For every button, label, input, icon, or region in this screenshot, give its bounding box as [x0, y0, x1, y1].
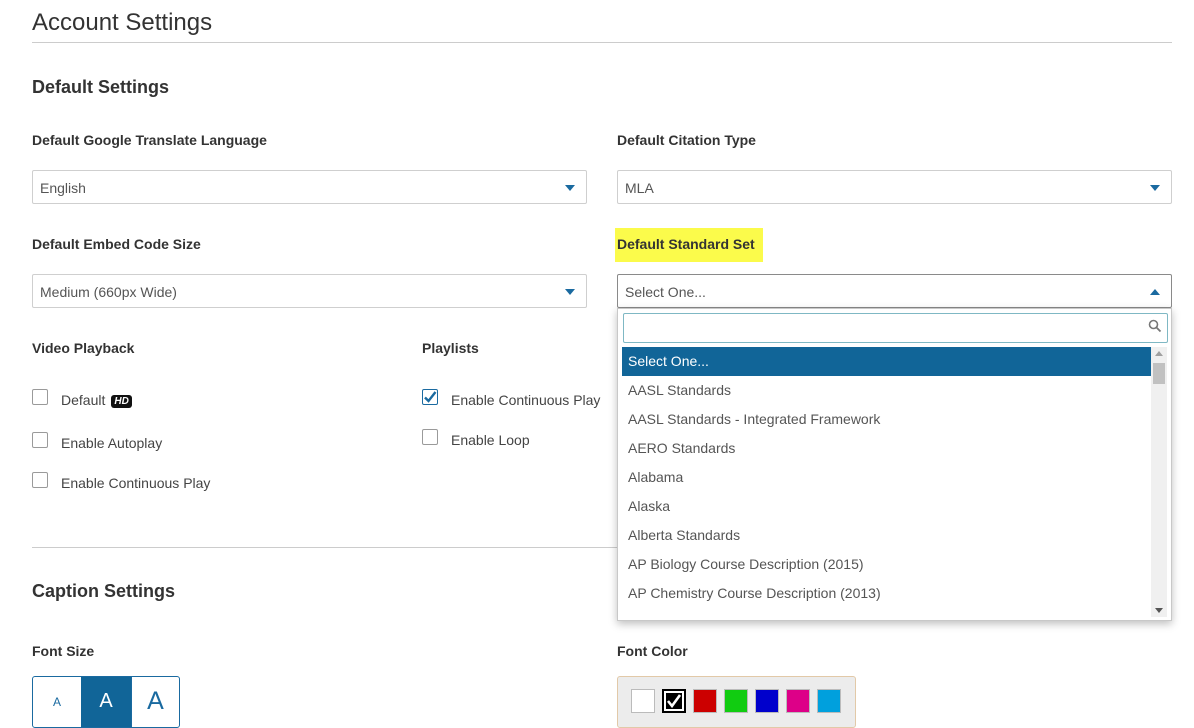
option-aero-standards[interactable]: AERO Standards [622, 434, 1151, 463]
video-continuous-play-label[interactable]: Enable Continuous Play [61, 475, 210, 491]
font-color-label: Font Color [617, 643, 688, 659]
caption-settings-heading: Caption Settings [32, 581, 175, 601]
option-alberta-standards[interactable]: Alberta Standards [622, 521, 1151, 550]
citation-type-label: Default Citation Type [617, 132, 756, 148]
color-swatch-red[interactable] [693, 689, 717, 713]
checkmark-icon [424, 391, 437, 403]
translate-language-value: English [40, 180, 86, 196]
standard-set-label: Default Standard Set [615, 228, 763, 262]
color-swatch-blue[interactable] [755, 689, 779, 713]
playlist-continuous-play-checkbox[interactable] [422, 389, 438, 405]
color-swatch-magenta[interactable] [786, 689, 810, 713]
font-size-medium-button[interactable]: A [81, 677, 131, 727]
option-select-one[interactable]: Select One... [622, 347, 1151, 376]
font-color-panel [617, 676, 856, 728]
scroll-down-arrow-icon[interactable] [1155, 608, 1163, 613]
video-continuous-play-checkbox[interactable] [32, 472, 48, 488]
playlist-continuous-play-label[interactable]: Enable Continuous Play [451, 392, 600, 408]
citation-type-select[interactable]: MLA [617, 170, 1172, 204]
section-divider [32, 547, 620, 548]
font-size-small-button[interactable]: A [33, 677, 81, 727]
option-ap-chemistry[interactable]: AP Chemistry Course Description (2013) [622, 579, 1151, 608]
title-divider [32, 42, 1172, 43]
option-aasl-integrated-framework[interactable]: AASL Standards - Integrated Framework [622, 405, 1151, 434]
embed-code-size-label: Default Embed Code Size [32, 236, 201, 252]
caret-down-icon [1150, 185, 1160, 191]
checkmark-icon [666, 694, 682, 709]
option-ap-biology[interactable]: AP Biology Course Description (2015) [622, 550, 1151, 579]
playlists-heading: Playlists [422, 340, 479, 356]
standard-set-dropdown: Select One... AASL Standards AASL Standa… [617, 308, 1172, 621]
color-swatch-white[interactable] [631, 689, 655, 713]
caret-up-icon [1150, 289, 1160, 295]
font-size-selector: A A A [32, 676, 180, 728]
font-size-label: Font Size [32, 643, 95, 659]
translate-language-select[interactable]: English [32, 170, 587, 204]
option-aasl-standards[interactable]: AASL Standards [622, 376, 1151, 405]
page-title: Account Settings [32, 9, 213, 36]
enable-autoplay-label[interactable]: Enable Autoplay [61, 435, 162, 451]
video-playback-heading: Video Playback [32, 340, 135, 356]
default-hd-checkbox[interactable] [32, 389, 48, 405]
enable-autoplay-checkbox[interactable] [32, 432, 48, 448]
color-swatch-cyan[interactable] [817, 689, 841, 713]
font-size-large-button[interactable]: A [131, 677, 179, 727]
default-settings-heading: Default Settings [32, 77, 170, 97]
embed-code-size-value: Medium (660px Wide) [40, 284, 177, 300]
enable-loop-checkbox[interactable] [422, 429, 438, 445]
scroll-up-arrow-icon[interactable] [1155, 351, 1163, 356]
standard-set-search-input[interactable] [623, 313, 1168, 343]
caret-down-icon [565, 289, 575, 295]
scroll-thumb[interactable] [1153, 363, 1165, 384]
color-swatch-black[interactable] [662, 689, 686, 713]
caret-down-icon [565, 185, 575, 191]
citation-type-value: MLA [625, 180, 654, 196]
standard-set-select[interactable]: Select One... [617, 274, 1172, 308]
enable-loop-label[interactable]: Enable Loop [451, 432, 530, 448]
option-alabama[interactable]: Alabama [622, 463, 1151, 492]
standard-set-options: Select One... AASL Standards AASL Standa… [622, 347, 1151, 608]
embed-code-size-select[interactable]: Medium (660px Wide) [32, 274, 587, 308]
translate-language-label: Default Google Translate Language [32, 132, 267, 148]
dropdown-scrollbar[interactable] [1151, 347, 1167, 617]
option-alaska[interactable]: Alaska [622, 492, 1151, 521]
default-hd-label[interactable]: Default HD [61, 392, 132, 409]
search-icon [1148, 319, 1162, 333]
hd-badge: HD [111, 395, 132, 408]
color-swatch-green[interactable] [724, 689, 748, 713]
standard-set-value: Select One... [625, 284, 706, 300]
